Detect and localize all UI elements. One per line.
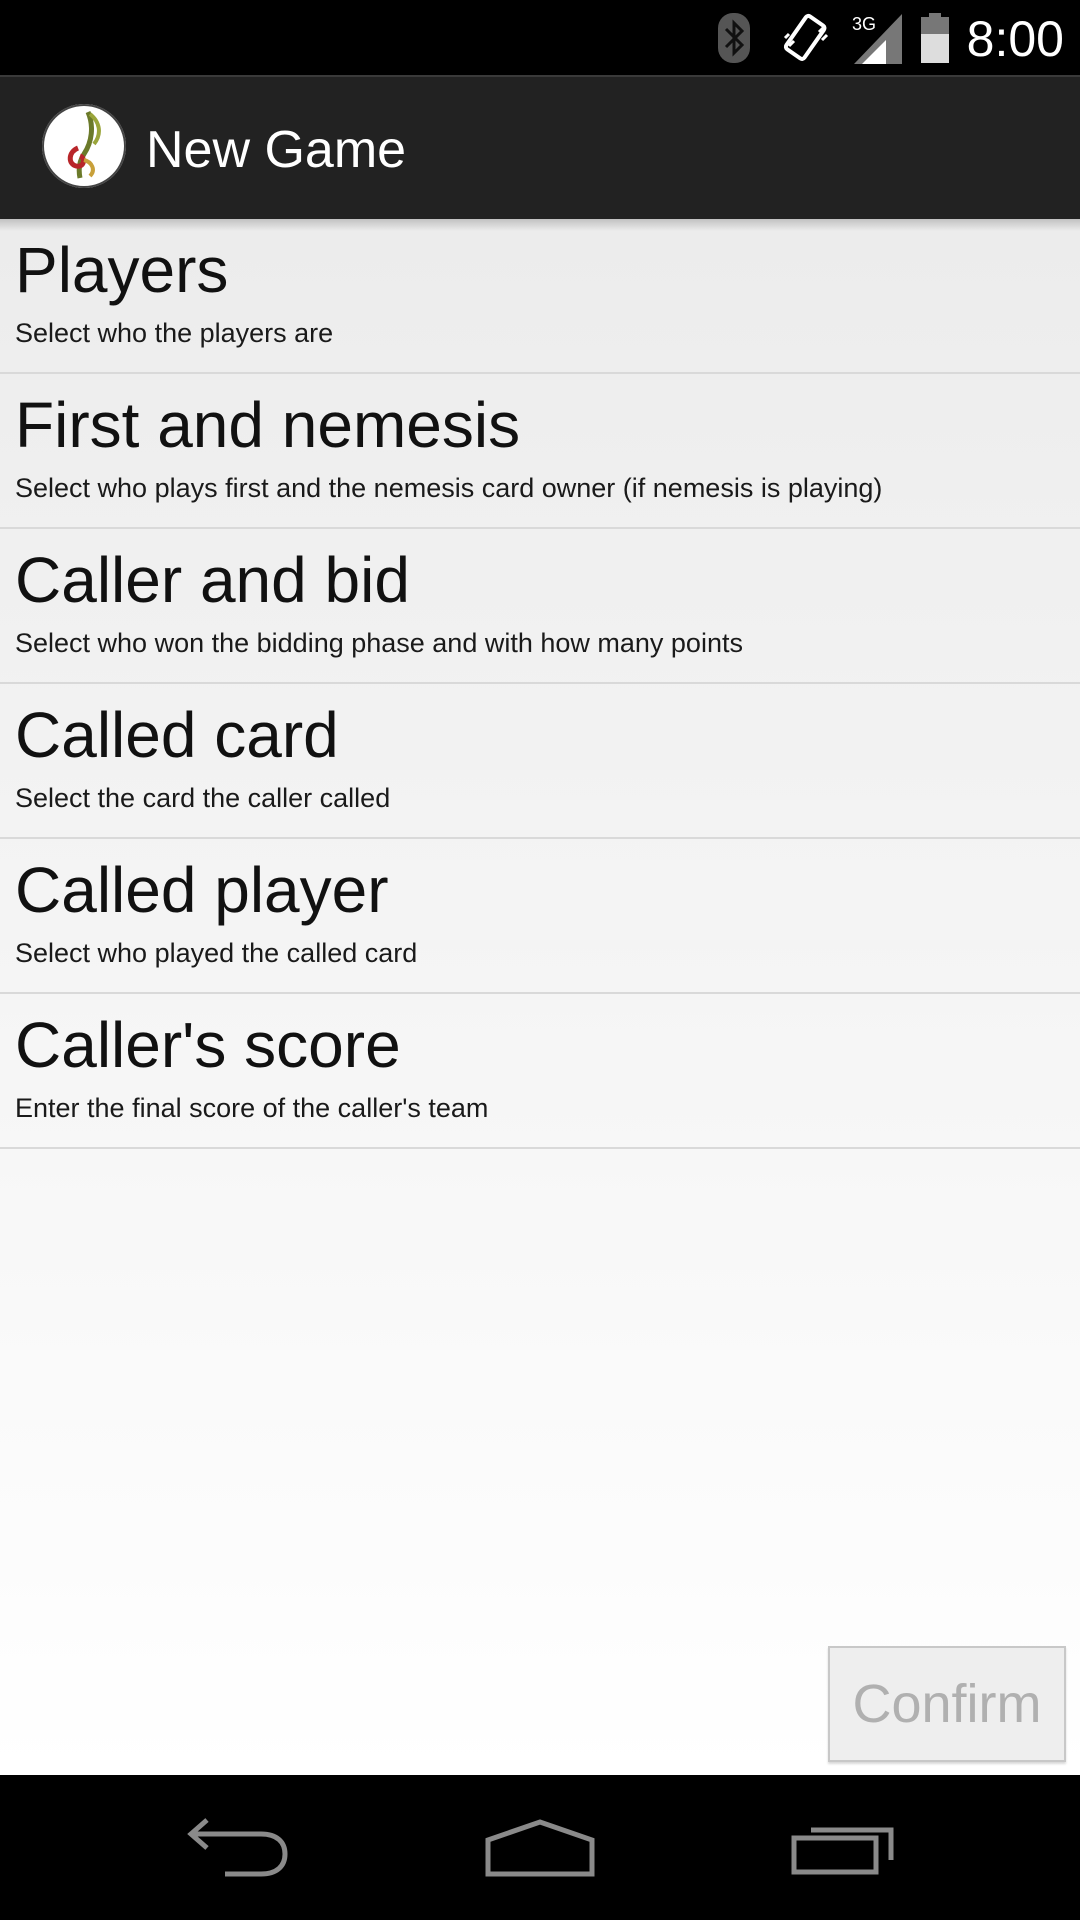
list-item-called-player[interactable]: Called player Select who played the call… [0, 839, 1080, 994]
action-bar: New Game [0, 75, 1080, 219]
confirm-button[interactable]: Confirm [828, 1646, 1066, 1762]
list-item-title: Caller and bid [15, 544, 410, 616]
status-bar: 3G 8:00 [0, 0, 1080, 75]
list-item-subtitle: Select the card the caller called [15, 783, 391, 813]
list-item-players[interactable]: Players Select who the players are [0, 219, 1080, 374]
list-item-title: Called player [15, 854, 389, 926]
navigation-bar [0, 1775, 1080, 1920]
bluetooth-icon [712, 0, 756, 75]
signal-3g-icon: 3G [850, 0, 906, 75]
app-logo-icon[interactable] [42, 104, 126, 188]
list-item-subtitle: Select who won the bidding phase and wit… [15, 628, 743, 658]
list-item-caller-and-bid[interactable]: Caller and bid Select who won the biddin… [0, 529, 1080, 684]
list-item-first-and-nemesis[interactable]: First and nemesis Select who plays first… [0, 374, 1080, 529]
page-title: New Game [146, 121, 407, 179]
list-item-title: Caller's score [15, 1009, 401, 1081]
list-item-title: Called card [15, 699, 339, 771]
status-time: 8:00 [966, 11, 1064, 67]
home-icon[interactable] [440, 1775, 640, 1920]
list-item-title: First and nemesis [15, 389, 521, 461]
list-item-subtitle: Select who the players are [15, 318, 334, 348]
settings-list: Players Select who the players are First… [0, 219, 1080, 1775]
list-item-subtitle: Enter the final score of the caller's te… [15, 1093, 489, 1123]
recent-apps-icon[interactable] [744, 1775, 944, 1920]
battery-icon [916, 0, 954, 75]
list-item-subtitle: Select who plays first and the nemesis c… [15, 473, 883, 503]
list-item-title: Players [15, 234, 229, 306]
list-item-callers-score[interactable]: Caller's score Enter the final score of … [0, 994, 1080, 1149]
back-icon[interactable] [140, 1775, 340, 1920]
list-item-called-card[interactable]: Called card Select the card the caller c… [0, 684, 1080, 839]
vibrate-icon [778, 0, 834, 75]
list-item-subtitle: Select who played the called card [15, 938, 418, 968]
svg-text:3G: 3G [852, 14, 876, 34]
